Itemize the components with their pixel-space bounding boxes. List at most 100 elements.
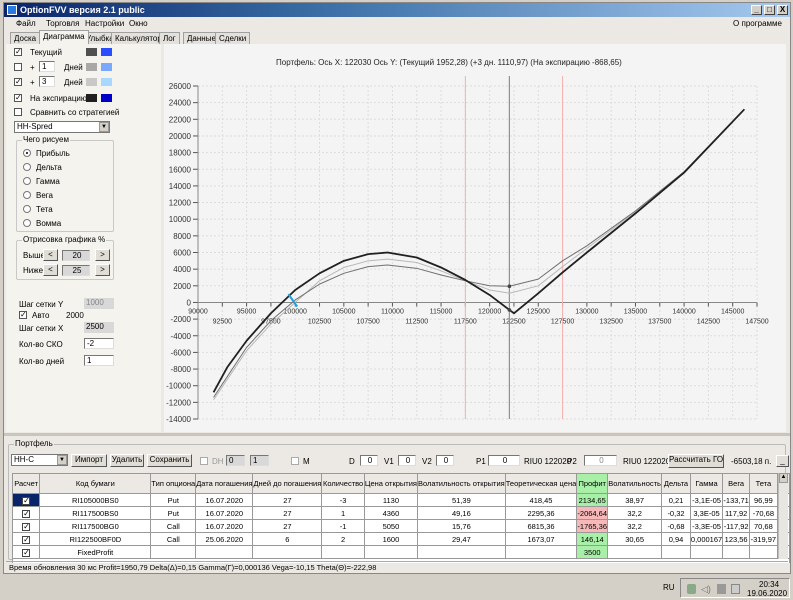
m-checkbox[interactable]	[291, 457, 299, 465]
below-increase-button[interactable]: >	[95, 264, 110, 276]
column-header[interactable]: Цена открытия	[363, 473, 418, 494]
column-header[interactable]: Теоретическая цена	[504, 473, 578, 494]
table-row[interactable]: ✓ RI117500BS0 Put 16.07.2020 27 1 4360 49,16 229…	[11, 506, 791, 520]
network-icon[interactable]	[687, 584, 696, 594]
device-icon[interactable]	[717, 584, 726, 594]
above-value[interactable]: 20	[62, 250, 90, 261]
dh-checkbox[interactable]	[200, 457, 208, 465]
tab-calculator[interactable]: Калькулятор	[111, 32, 166, 44]
minimize-button[interactable]: _	[751, 5, 762, 15]
plus1-checkbox[interactable]	[14, 63, 22, 71]
plus1-days-input[interactable]: 1	[39, 61, 55, 72]
table-row[interactable]: ✓ RI122500BF0D Call 25.06.2020 6 2 1600 29,47 16…	[11, 532, 791, 546]
radio-profit[interactable]	[23, 149, 31, 157]
portfolio-select[interactable]: HH-C ▼	[11, 454, 68, 466]
menu-file[interactable]: Файл	[16, 17, 36, 31]
table-row[interactable]: ✓ RI117500BG0 Call 16.07.2020 27 -1 5050 15,76 6…	[11, 519, 791, 533]
radio-vega[interactable]	[23, 191, 31, 199]
splitter[interactable]	[4, 433, 790, 436]
radio-theta[interactable]	[23, 205, 31, 213]
sko-input[interactable]: -2	[84, 338, 114, 349]
current-color-swatch[interactable]	[86, 48, 97, 56]
plus1-color-swatch-2[interactable]	[101, 63, 112, 71]
v2-input[interactable]: 0	[436, 455, 454, 466]
plus3-checkbox[interactable]: ✓	[14, 78, 22, 86]
scroll-up-icon[interactable]: ▲	[779, 473, 788, 483]
column-header[interactable]: Код бумаги	[39, 473, 152, 494]
column-header[interactable]: Тета	[749, 473, 778, 494]
column-header[interactable]: Волатильность открытия	[416, 473, 506, 494]
grid-x-input[interactable]: 2500	[84, 322, 114, 333]
plus3-color-swatch-2[interactable]	[101, 78, 112, 86]
column-header[interactable]: Дней до погашения	[252, 473, 323, 494]
strategy-select[interactable]: HH-Spred ▼	[14, 121, 110, 133]
plus3-color-swatch[interactable]	[86, 78, 97, 86]
column-header[interactable]: Вега	[722, 473, 751, 494]
below-value[interactable]: 25	[62, 265, 90, 276]
column-header[interactable]: Дата погашения	[195, 473, 254, 494]
grid-y-input[interactable]: 1000	[84, 298, 114, 309]
expiry-checkbox[interactable]: ✓	[14, 94, 22, 102]
d-input[interactable]: 0	[360, 455, 378, 466]
menu-settings[interactable]: Настройки	[85, 17, 124, 31]
dh-spin-2[interactable]: 1	[250, 455, 269, 466]
current-color-swatch-2[interactable]	[101, 48, 112, 56]
alert-icon[interactable]	[731, 584, 740, 594]
column-header[interactable]: Расчет	[11, 473, 41, 494]
tab-diagram[interactable]: Диаграмма	[39, 30, 89, 44]
table-scrollbar[interactable]: ▲	[778, 473, 788, 559]
import-button[interactable]: Импорт	[71, 454, 107, 467]
calc-checkbox[interactable]: ✓	[22, 522, 31, 531]
table-row[interactable]: ✓ RI105000BS0 Put 16.07.2020 27 -3 1130 51,39 41…	[11, 493, 791, 507]
p2-input[interactable]: 0	[584, 455, 617, 466]
calc-go-button[interactable]: Рассчитать ГО	[668, 454, 724, 468]
radio-gamma[interactable]	[23, 177, 31, 185]
calc-checkbox[interactable]: ✓	[22, 535, 31, 544]
volume-icon[interactable]: ◁)	[701, 584, 711, 595]
v1-input[interactable]: 0	[398, 455, 416, 466]
tab-board[interactable]: Доска	[10, 32, 41, 44]
dh-spin-1[interactable]: 0	[226, 455, 245, 466]
radio-delta[interactable]	[23, 163, 31, 171]
profit-chart[interactable]: Портфель: Ось X: 122030 Ось Y: (Текущий …	[164, 44, 786, 432]
column-header[interactable]: Количество	[321, 473, 365, 494]
above-decrease-button[interactable]: <	[43, 249, 58, 261]
clock-time[interactable]: 20:34	[759, 580, 779, 589]
calc-cell[interactable]: ✓	[11, 545, 41, 559]
column-header[interactable]: Волатильность	[607, 473, 663, 494]
calc-checkbox[interactable]: ✓	[22, 548, 31, 557]
above-increase-button[interactable]: >	[95, 249, 110, 261]
expiry-color-swatch-2[interactable]	[101, 94, 112, 102]
calc-cell[interactable]: ✓	[11, 506, 41, 520]
maximize-button[interactable]: □	[764, 5, 775, 15]
plus3-days-input[interactable]: 3	[39, 76, 55, 87]
calc-cell[interactable]: ✓	[11, 519, 41, 533]
delete-button[interactable]: Удалить	[110, 454, 144, 467]
menu-about[interactable]: О программе	[733, 17, 782, 31]
auto-checkbox[interactable]: ✓	[19, 311, 27, 319]
clock-date[interactable]: 19.06.2020	[747, 589, 787, 598]
column-header[interactable]: Гамма	[689, 473, 724, 494]
close-button[interactable]: X	[777, 5, 788, 15]
current-checkbox[interactable]: ✓	[14, 48, 22, 56]
radio-vomma[interactable]	[23, 219, 31, 227]
p1-input[interactable]: 0	[488, 455, 520, 466]
tab-log[interactable]: Лог	[159, 32, 180, 44]
calc-checkbox[interactable]: ✓	[22, 509, 31, 518]
menu-trading[interactable]: Торговля	[46, 17, 79, 31]
save-button[interactable]: Сохранить	[147, 454, 192, 467]
compare-checkbox[interactable]	[14, 108, 22, 116]
panel-minimize-button[interactable]: _	[776, 455, 789, 467]
calc-checkbox[interactable]: ✓	[22, 496, 31, 505]
days-count-input[interactable]: 1	[84, 355, 114, 366]
calc-cell[interactable]: ✓	[11, 532, 41, 546]
below-decrease-button[interactable]: <	[43, 264, 58, 276]
plus1-color-swatch[interactable]	[86, 63, 97, 71]
column-header[interactable]: Профит	[576, 473, 609, 494]
table-row[interactable]: ✓FixedProfit3500×	[11, 545, 791, 559]
column-header[interactable]: Дельта	[661, 473, 691, 494]
column-header[interactable]: Тип опциона	[150, 473, 197, 494]
calc-cell[interactable]: ✓	[11, 493, 41, 507]
language-indicator[interactable]: RU	[663, 583, 675, 592]
tab-deals[interactable]: Сделки	[215, 32, 251, 44]
